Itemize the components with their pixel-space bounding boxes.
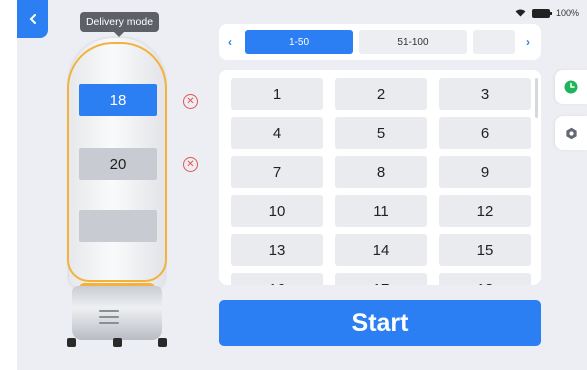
table-number-button[interactable]: 9 bbox=[439, 156, 531, 188]
table-number-button[interactable]: 1 bbox=[231, 78, 323, 110]
robot-wheel bbox=[158, 338, 167, 347]
remove-tray-2-icon[interactable]: ✕ bbox=[183, 157, 198, 172]
table-number-button[interactable]: 4 bbox=[231, 117, 323, 149]
table-number-button[interactable]: 18 bbox=[439, 273, 531, 285]
tab-range-51-100[interactable]: 51-100 bbox=[359, 30, 467, 54]
range-tab-bar: ‹ 1-50 51-100 › bbox=[219, 24, 541, 60]
tray-2-slot[interactable]: 20 bbox=[79, 148, 157, 180]
table-number-button[interactable]: 12 bbox=[439, 195, 531, 227]
tray-3-slot[interactable] bbox=[79, 210, 157, 242]
grid-scrollbar[interactable] bbox=[535, 78, 538, 118]
table-number-button[interactable]: 16 bbox=[231, 273, 323, 285]
robot-wheel bbox=[113, 338, 122, 347]
table-number-button[interactable]: 2 bbox=[335, 78, 427, 110]
table-number-button[interactable]: 15 bbox=[439, 234, 531, 266]
table-number-button[interactable]: 8 bbox=[335, 156, 427, 188]
table-number-button[interactable]: 7 bbox=[231, 156, 323, 188]
delivery-mode-label: Delivery mode bbox=[80, 12, 159, 37]
tray-1-slot[interactable]: 18 bbox=[79, 84, 157, 116]
back-button[interactable] bbox=[17, 0, 48, 38]
table-number-button[interactable]: 5 bbox=[335, 117, 427, 149]
table-number-button[interactable]: 3 bbox=[439, 78, 531, 110]
robot-grille bbox=[99, 316, 119, 318]
settings-button[interactable] bbox=[555, 116, 587, 150]
clock-icon bbox=[564, 80, 578, 94]
table-number-button[interactable]: 14 bbox=[335, 234, 427, 266]
wifi-icon bbox=[515, 9, 526, 17]
table-number-button[interactable]: 11 bbox=[335, 195, 427, 227]
screen: 100% Delivery mode 18 20 ✕ ✕ ‹ 1-50 51-1… bbox=[17, 0, 587, 370]
table-number-button[interactable]: 10 bbox=[231, 195, 323, 227]
chevron-left-icon bbox=[29, 14, 36, 24]
start-button[interactable]: Start bbox=[219, 300, 541, 346]
robot-grille bbox=[99, 322, 119, 324]
battery-icon bbox=[531, 8, 552, 18]
table-number-button[interactable]: 13 bbox=[231, 234, 323, 266]
settings-icon bbox=[565, 127, 577, 139]
status-bar: 100% bbox=[515, 8, 579, 18]
tab-next-icon[interactable]: › bbox=[519, 24, 537, 60]
schedule-button[interactable] bbox=[555, 70, 587, 104]
tab-range-1-50[interactable]: 1-50 bbox=[245, 30, 353, 54]
table-number-button[interactable]: 17 bbox=[335, 273, 427, 285]
tab-range-next[interactable] bbox=[473, 30, 515, 54]
battery-level: 100% bbox=[555, 8, 579, 18]
robot-wheel bbox=[67, 338, 76, 347]
table-number-grid: 123456789101112131415161718 bbox=[219, 70, 541, 285]
remove-tray-1-icon[interactable]: ✕ bbox=[183, 94, 198, 109]
table-number-button[interactable]: 6 bbox=[439, 117, 531, 149]
robot-base bbox=[72, 286, 162, 340]
robot-grille bbox=[99, 310, 119, 312]
tab-prev-icon[interactable]: ‹ bbox=[221, 24, 239, 60]
